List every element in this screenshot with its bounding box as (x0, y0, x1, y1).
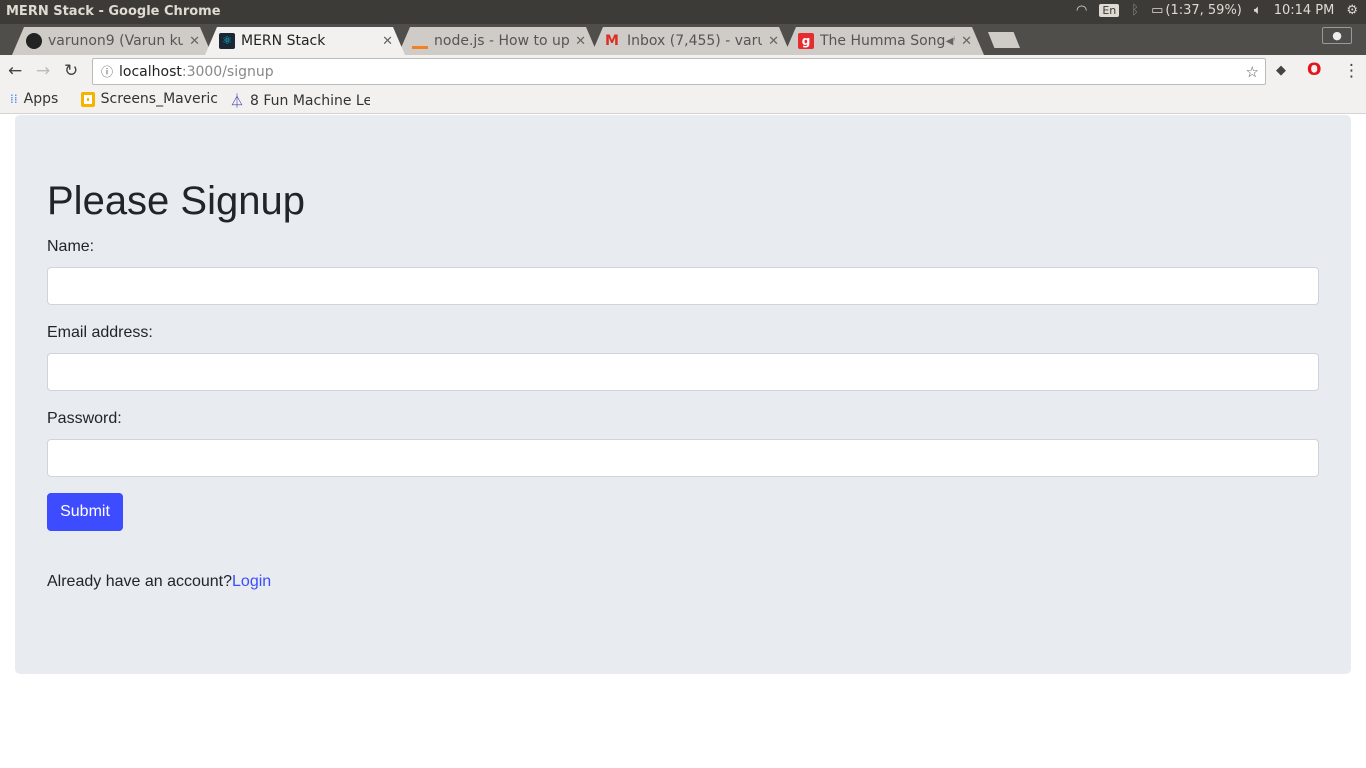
window-title: MERN Stack - Google Chrome (6, 4, 221, 19)
page-title: Please Signup (47, 179, 305, 223)
close-tab-icon[interactable]: ✕ (961, 34, 972, 49)
apps-icon: ⁞⁞ (10, 92, 18, 106)
bluetooth-icon[interactable]: ᛒ (1131, 3, 1139, 18)
browser-toolbar: ← → ↻ ⓘ localhost:3000/signup ☆ ◆ O ⋮ (0, 55, 1366, 87)
tab-mern-stack[interactable]: ⚛ MERN Stack ✕ (205, 27, 405, 55)
react-icon: ⚛ (219, 33, 235, 49)
password-input[interactable] (47, 439, 1319, 477)
bookmarks-bar: ⁞⁞ Apps Screens_Maveric ⏃ 8 Fun Machine Le (0, 87, 1366, 114)
tab-github[interactable]: varunon9 (Varun ku ✕ (12, 27, 212, 55)
slides-icon (81, 91, 95, 107)
bookmark-screens[interactable]: Screens_Maveric (81, 91, 218, 107)
close-tab-icon[interactable]: ✕ (768, 34, 779, 49)
battery-status[interactable]: (1:37, 59%) (1165, 3, 1242, 18)
name-label: Name: (47, 238, 95, 255)
address-bar[interactable]: ⓘ localhost:3000/signup ☆ (92, 58, 1266, 85)
github-icon (26, 33, 42, 49)
forward-arrow-icon[interactable]: → (36, 61, 50, 81)
info-icon[interactable]: ⓘ (101, 63, 113, 80)
bookmark-fun-machine[interactable]: ⏃ 8 Fun Machine Le (230, 91, 370, 111)
password-label: Password: (47, 410, 122, 427)
close-tab-icon[interactable]: ✕ (189, 34, 200, 49)
signup-jumbotron: Please Signup Name: Email address: Passw… (15, 115, 1351, 674)
gmail-icon: M (605, 33, 619, 49)
email-label: Email address: (47, 324, 153, 341)
profile-button[interactable]: ● (1322, 27, 1352, 44)
close-tab-icon[interactable]: ✕ (575, 34, 586, 49)
reload-icon[interactable]: ↻ (64, 61, 78, 81)
name-input[interactable] (47, 267, 1319, 305)
flask-icon: ⏃ (230, 94, 244, 110)
stackoverflow-icon (412, 33, 428, 49)
login-link[interactable]: Login (232, 573, 271, 590)
extension-icon[interactable]: ◆ (1276, 63, 1286, 78)
tab-stackoverflow[interactable]: node.js - How to up ✕ (398, 27, 598, 55)
submit-button[interactable]: Submit (47, 493, 123, 531)
email-input[interactable] (47, 353, 1319, 391)
system-top-bar: MERN Stack - Google Chrome ◠ En ᛒ ▭ (1:3… (0, 0, 1366, 24)
volume-icon[interactable]: 🔈︎ (1254, 3, 1262, 18)
back-arrow-icon[interactable]: ← (8, 61, 22, 81)
tab-gmail[interactable]: M Inbox (7,455) - varu ✕ (591, 27, 791, 55)
bookmark-apps[interactable]: ⁞⁞ Apps (10, 91, 58, 107)
tab-strip: varunon9 (Varun ku ✕ ⚛ MERN Stack ✕ node.js… (0, 24, 1366, 55)
login-prompt: Already have an account?Login (47, 573, 272, 590)
clock[interactable]: 10:14 PM (1274, 3, 1335, 18)
wifi-icon[interactable]: ◠ (1076, 3, 1087, 18)
menu-dots-icon[interactable]: ⋮ (1343, 61, 1360, 81)
audio-playing-icon[interactable]: ◀ⁱ (946, 36, 955, 47)
power-gear-icon[interactable]: ⚙ (1346, 3, 1358, 18)
system-tray: ◠ En ᛒ ▭ (1:37, 59%) 🔈︎ 10:14 PM ⚙ (1076, 3, 1358, 18)
keyboard-layout[interactable]: En (1099, 4, 1120, 17)
battery-icon[interactable]: ▭ (1151, 3, 1163, 18)
bookmark-star-icon[interactable]: ☆ (1246, 63, 1259, 81)
gaana-icon: g (798, 33, 814, 49)
tab-humma-song[interactable]: g The Humma Song ◀ⁱ ✕ (784, 27, 984, 55)
adblock-hand-icon[interactable]: O (1307, 60, 1321, 80)
close-tab-icon[interactable]: ✕ (382, 34, 393, 49)
